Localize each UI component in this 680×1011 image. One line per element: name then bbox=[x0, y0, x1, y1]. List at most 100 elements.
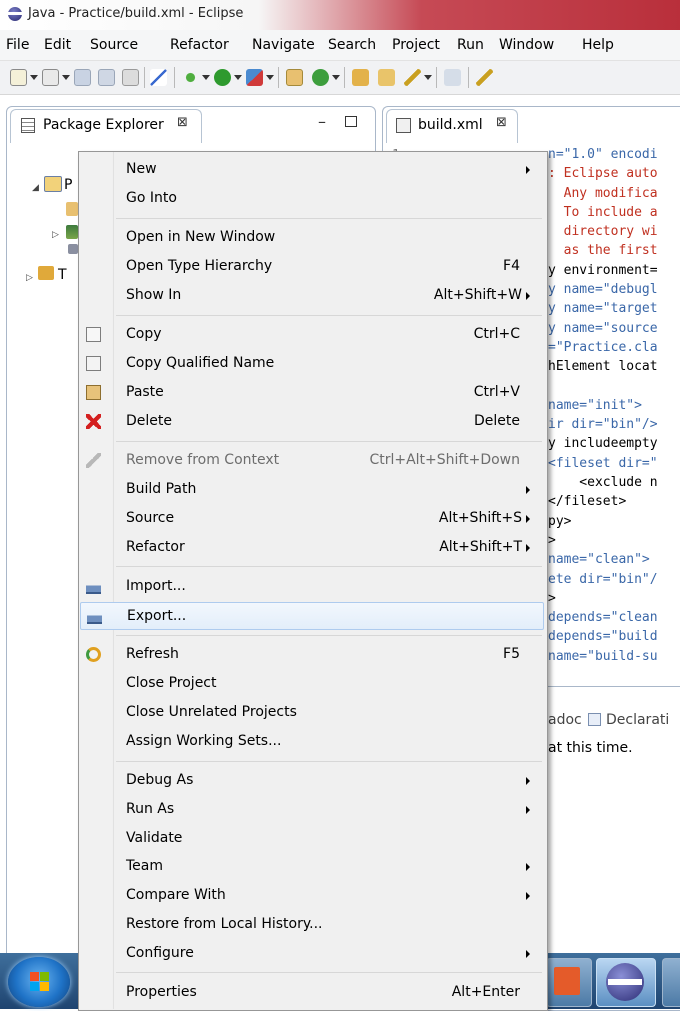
code-line: name="clean"> bbox=[548, 552, 650, 568]
menu-item-new[interactable]: New bbox=[80, 156, 544, 184]
code-line: ir dir="bin"/> bbox=[548, 417, 658, 433]
menu-item-delete[interactable]: Delete Delete bbox=[80, 408, 544, 436]
menu-item-import[interactable]: Import... bbox=[80, 573, 544, 601]
run-icon[interactable] bbox=[214, 69, 231, 86]
annotation-icon[interactable] bbox=[444, 69, 461, 86]
expand-arrow-icon[interactable]: ▷ bbox=[26, 273, 33, 283]
menu-item-assign-working-sets[interactable]: Assign Working Sets... bbox=[80, 728, 544, 756]
menu-item-label: Properties bbox=[126, 984, 197, 1000]
menu-item-refactor[interactable]: Refactor Alt+Shift+T bbox=[80, 534, 544, 562]
save-icon[interactable] bbox=[74, 69, 91, 86]
dropdown-arrow-icon[interactable] bbox=[62, 75, 70, 80]
toolbar-separator bbox=[436, 67, 437, 88]
save-all-icon[interactable] bbox=[98, 69, 115, 86]
new-icon[interactable] bbox=[10, 69, 27, 86]
menu-item-close-unrelated-projects[interactable]: Close Unrelated Projects bbox=[80, 699, 544, 727]
dropdown-arrow-icon[interactable] bbox=[332, 75, 340, 80]
menu-item-properties[interactable]: Properties Alt+Enter bbox=[80, 979, 544, 1007]
declaration-icon bbox=[588, 713, 601, 726]
code-area[interactable]: n="1.0" encodi: Eclipse auto Any modific… bbox=[548, 145, 658, 666]
menu-item-paste[interactable]: Paste Ctrl+V bbox=[80, 379, 544, 407]
dropdown-arrow-icon[interactable] bbox=[30, 75, 38, 80]
close-icon[interactable]: ⊠ bbox=[177, 115, 188, 130]
menu-item-debug-as[interactable]: Debug As bbox=[80, 767, 544, 795]
menu-item-source[interactable]: Source Alt+Shift+S bbox=[80, 505, 544, 533]
menu-project[interactable]: Project bbox=[392, 37, 440, 53]
external-tools-icon[interactable] bbox=[246, 69, 263, 86]
menu-item-open-type-hierarchy[interactable]: Open Type Hierarchy F4 bbox=[80, 253, 544, 281]
code-line: y environment= bbox=[548, 262, 658, 278]
pin-icon[interactable] bbox=[476, 69, 493, 86]
tab-declaration[interactable]: Declarati bbox=[606, 712, 669, 728]
new-java-class-icon[interactable] bbox=[312, 69, 329, 86]
toolbar-separator bbox=[344, 67, 345, 88]
menu-item-shortcut: Alt+Shift+S bbox=[438, 510, 522, 526]
code-line: ete dir="bin"/ bbox=[548, 571, 658, 587]
menu-item-label: Paste bbox=[126, 384, 164, 400]
start-button[interactable] bbox=[8, 957, 70, 1007]
menu-item-label: Refresh bbox=[126, 646, 179, 662]
menu-refactor[interactable]: Refactor bbox=[170, 37, 229, 53]
menu-item-shortcut: Ctrl+Alt+Shift+Down bbox=[369, 452, 520, 468]
menu-item-shortcut: F4 bbox=[503, 258, 520, 274]
menu-item-remove-from-context[interactable]: Remove from Context Ctrl+Alt+Shift+Down bbox=[80, 447, 544, 475]
print-icon[interactable] bbox=[122, 69, 139, 86]
expand-arrow-icon[interactable]: ▷ bbox=[52, 230, 59, 240]
menu-source[interactable]: Source bbox=[90, 37, 138, 53]
new-file-icon[interactable] bbox=[42, 69, 59, 86]
skip-breakpoints-icon[interactable] bbox=[150, 69, 167, 86]
menu-navigate[interactable]: Navigate bbox=[252, 37, 315, 53]
tree-item-project[interactable]: T bbox=[58, 267, 67, 283]
menu-item-go-into[interactable]: Go Into bbox=[80, 185, 544, 213]
menu-separator bbox=[116, 761, 542, 762]
menu-item-export[interactable]: Export... bbox=[80, 602, 544, 630]
dropdown-arrow-icon[interactable] bbox=[424, 75, 432, 80]
search-icon[interactable] bbox=[404, 69, 421, 86]
menu-item-open-in-new-window[interactable]: Open in New Window bbox=[80, 224, 544, 252]
menu-item-team[interactable]: Team bbox=[80, 853, 544, 881]
collapse-arrow-icon[interactable]: ◢ bbox=[32, 183, 39, 193]
menu-file[interactable]: File bbox=[6, 37, 29, 53]
menu-edit[interactable]: Edit bbox=[44, 37, 71, 53]
open-task-icon[interactable] bbox=[378, 69, 395, 86]
eclipse-icon bbox=[8, 7, 22, 21]
menu-item-label: Delete bbox=[126, 413, 172, 429]
tab-javadoc[interactable]: adoc bbox=[548, 712, 582, 728]
dropdown-arrow-icon[interactable] bbox=[234, 75, 242, 80]
menu-item-configure[interactable]: Configure bbox=[80, 940, 544, 968]
tree-item-project[interactable]: P bbox=[64, 177, 72, 193]
menu-item-compare-with[interactable]: Compare With bbox=[80, 882, 544, 910]
dropdown-arrow-icon[interactable] bbox=[266, 75, 274, 80]
menu-item-close-project[interactable]: Close Project bbox=[80, 670, 544, 698]
menu-item-run-as[interactable]: Run As bbox=[80, 796, 544, 824]
taskbar-app-button[interactable] bbox=[662, 958, 680, 1007]
menu-item-copy-qualified-name[interactable]: Copy Qualified Name bbox=[80, 350, 544, 378]
menu-help[interactable]: Help bbox=[582, 37, 614, 53]
menu-item-build-path[interactable]: Build Path bbox=[80, 476, 544, 504]
menu-search[interactable]: Search bbox=[328, 37, 376, 53]
menu-item-show-in[interactable]: Show In Alt+Shift+W bbox=[80, 282, 544, 310]
menu-item-restore-from-local-history[interactable]: Restore from Local History... bbox=[80, 911, 544, 939]
menu-run[interactable]: Run bbox=[457, 37, 484, 53]
menu-item-refresh[interactable]: Refresh F5 bbox=[80, 641, 544, 669]
submenu-arrow-icon bbox=[526, 950, 530, 958]
menu-item-shortcut: F5 bbox=[503, 646, 520, 662]
menu-item-copy[interactable]: Copy Ctrl+C bbox=[80, 321, 544, 349]
menu-item-validate[interactable]: Validate bbox=[80, 825, 544, 853]
menu-window[interactable]: Window bbox=[499, 37, 554, 53]
bottom-tabs: adoc bbox=[548, 712, 582, 728]
menu-item-label: Build Path bbox=[126, 481, 197, 497]
maximize-icon[interactable] bbox=[345, 116, 357, 127]
new-java-package-icon[interactable] bbox=[286, 69, 303, 86]
submenu-arrow-icon bbox=[526, 544, 530, 552]
close-icon[interactable]: ⊠ bbox=[496, 115, 507, 130]
code-line: Any modifica bbox=[548, 185, 658, 201]
code-line: <exclude n bbox=[548, 475, 658, 491]
menu-item-label: Close Project bbox=[126, 675, 217, 691]
code-line: <fileset dir=" bbox=[548, 455, 658, 471]
open-type-icon[interactable] bbox=[352, 69, 369, 86]
minimize-icon[interactable]: – bbox=[318, 112, 326, 131]
debug-icon[interactable] bbox=[182, 69, 199, 86]
copy-icon bbox=[86, 327, 101, 342]
dropdown-arrow-icon[interactable] bbox=[202, 75, 210, 80]
